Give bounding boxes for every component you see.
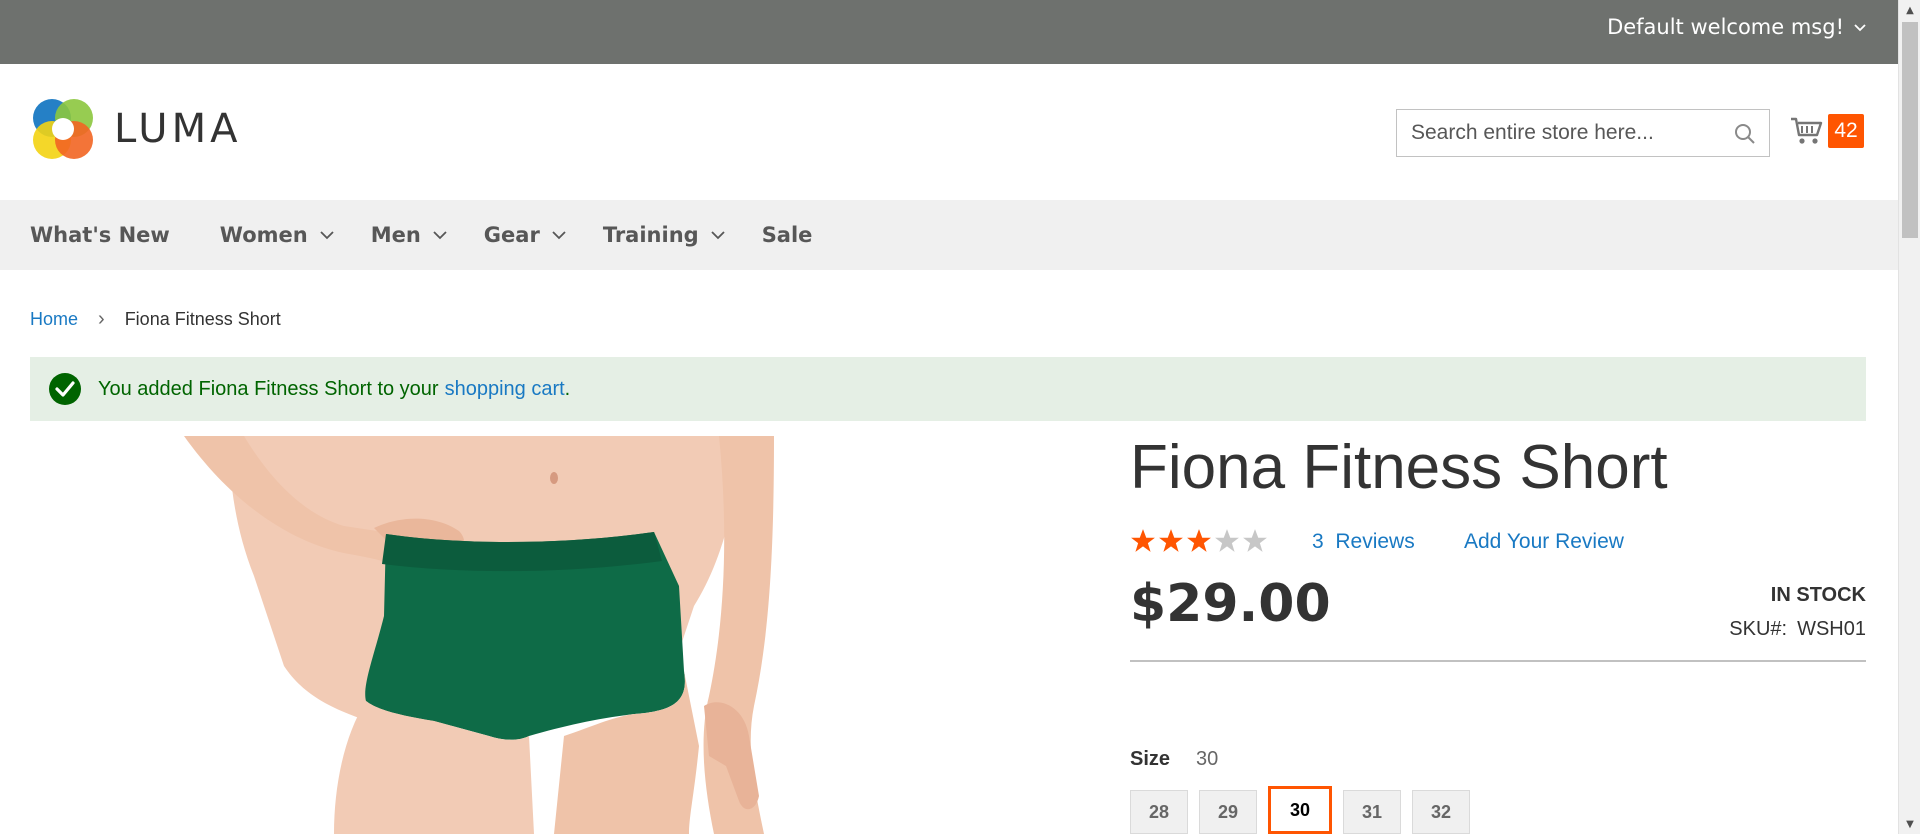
reviews-link[interactable]: 3 Reviews — [1312, 530, 1415, 554]
add-review-link[interactable]: Add Your Review — [1464, 530, 1624, 554]
product-rating — [1130, 528, 1268, 554]
breadcrumb: Home › Fiona Fitness Short — [30, 308, 281, 331]
panel-header: Default welcome msg! — [0, 0, 1898, 64]
search-box[interactable] — [1396, 109, 1770, 157]
star-empty-icon — [1215, 529, 1239, 552]
nav-item-sale[interactable]: Sale — [762, 223, 813, 247]
cart-icon[interactable] — [1790, 115, 1824, 147]
nav-item-men[interactable]: Men — [371, 223, 449, 247]
main-navigation: What's New Women Men Gear Training Sale — [0, 200, 1898, 270]
store-logo[interactable]: LUMA — [30, 96, 241, 162]
size-label: Size — [1130, 748, 1171, 770]
size-selected-value: 30 — [1196, 748, 1219, 770]
cart-count-badge[interactable]: 42 — [1828, 114, 1864, 148]
product-price: $29.00 — [1130, 574, 1331, 634]
nav-label: Gear — [483, 223, 540, 247]
breadcrumb-current: Fiona Fitness Short — [124, 309, 281, 329]
product-title: Fiona Fitness Short — [1130, 433, 1668, 502]
star-filled-icon — [1131, 529, 1155, 552]
welcome-message: Default welcome msg! — [1607, 15, 1844, 39]
scroll-thumb[interactable] — [1902, 22, 1918, 238]
product-image[interactable] — [134, 436, 1070, 834]
logo-text: LUMA — [114, 106, 242, 152]
nav-label: What's New — [30, 223, 170, 247]
product-photo — [184, 436, 774, 834]
chevron-down-icon — [1854, 24, 1866, 32]
search-input[interactable] — [1397, 110, 1717, 156]
shopping-cart-link[interactable]: shopping cart — [445, 378, 565, 401]
size-swatches: 28 29 30 31 32 — [1130, 786, 1470, 834]
size-swatch-30[interactable]: 30 — [1268, 786, 1332, 834]
star-empty-icon — [1243, 529, 1267, 552]
breadcrumb-home-link[interactable]: Home — [30, 309, 78, 330]
nav-item-women[interactable]: Women — [220, 223, 336, 247]
stock-status: IN STOCK — [1770, 584, 1866, 606]
page-scrollbar[interactable]: ▲ ▼ — [1898, 0, 1920, 834]
reviews-count: 3 — [1312, 530, 1324, 553]
message-text: You added Fiona Fitness Short to your — [98, 377, 439, 400]
success-message: You added Fiona Fitness Short to your sh… — [30, 357, 1866, 421]
nav-item-gear[interactable]: Gear — [484, 223, 568, 247]
chevron-down-icon — [552, 231, 566, 240]
size-swatch-32[interactable]: 32 — [1412, 790, 1470, 834]
product-sku: SKU#: WSH01 — [1729, 618, 1866, 641]
sku-label: SKU#: — [1729, 618, 1788, 640]
luma-logo-icon — [33, 99, 93, 159]
star-filled-icon — [1159, 529, 1183, 552]
rating-stars — [1130, 528, 1268, 554]
chevron-down-icon — [320, 231, 334, 240]
message-end: . — [564, 377, 571, 400]
size-swatch-29[interactable]: 29 — [1199, 790, 1257, 834]
chevron-right-icon: › — [98, 308, 105, 330]
nav-item-whats-new[interactable]: What's New — [30, 223, 170, 247]
minicart[interactable]: 42 — [1790, 114, 1864, 148]
scroll-down-icon[interactable]: ▼ — [1899, 814, 1920, 834]
search-icon[interactable] — [1733, 122, 1757, 146]
chevron-down-icon — [433, 231, 447, 240]
size-swatch-28[interactable]: 28 — [1130, 790, 1188, 834]
sku-value: WSH01 — [1797, 618, 1866, 640]
welcome-switcher[interactable]: Default welcome msg! — [1607, 15, 1868, 39]
nav-label: Women — [219, 223, 308, 247]
scroll-up-icon[interactable]: ▲ — [1899, 0, 1920, 20]
check-circle-icon — [49, 373, 81, 405]
nav-label: Training — [602, 223, 699, 247]
reviews-label: Reviews — [1335, 530, 1415, 553]
star-filled-icon — [1187, 529, 1211, 552]
divider — [1130, 660, 1866, 662]
chevron-down-icon — [711, 231, 725, 240]
nav-label: Men — [370, 223, 421, 247]
nav-label: Sale — [761, 223, 813, 247]
nav-item-training[interactable]: Training — [603, 223, 727, 247]
size-swatch-31[interactable]: 31 — [1343, 790, 1401, 834]
